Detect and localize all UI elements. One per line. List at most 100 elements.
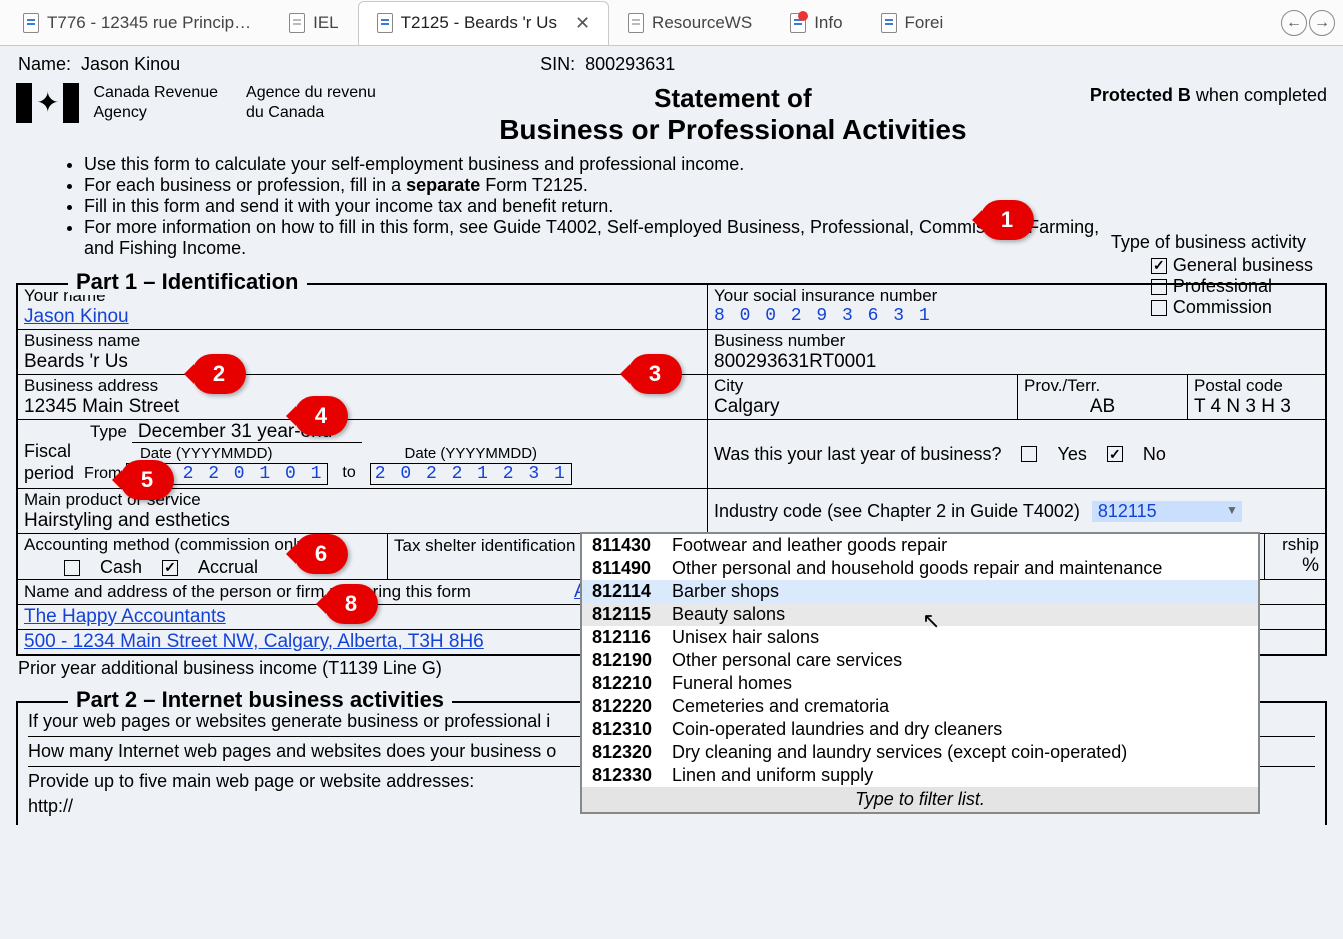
prov-value[interactable]: AB: [1024, 396, 1181, 418]
no-label: No: [1143, 444, 1166, 465]
industry-code-listbox[interactable]: 811430Footwear and leather goods repair …: [580, 532, 1260, 814]
chevron-down-icon: ▼: [1226, 503, 1238, 517]
cash-checkbox[interactable]: [64, 560, 80, 576]
title-line-2: Business or Professional Activities: [390, 114, 1076, 146]
postal-label: Postal code: [1194, 376, 1319, 396]
callout-5: 5: [120, 460, 174, 500]
accrual-checkbox[interactable]: ✓: [162, 560, 178, 576]
main-product-value[interactable]: Hairstyling and esthetics: [24, 510, 701, 532]
yes-label: Yes: [1057, 444, 1086, 465]
close-icon[interactable]: ✕: [575, 13, 590, 34]
your-name-value[interactable]: Jason Kinou: [24, 306, 701, 328]
list-item[interactable]: 812114Barber shops: [582, 580, 1258, 603]
list-item[interactable]: 812220Cemeteries and crematoria: [582, 695, 1258, 718]
instruction-item: For each business or profession, fill in…: [84, 175, 1327, 196]
flag-bar-icon: [16, 83, 32, 123]
tab-nav: ← →: [1281, 10, 1339, 36]
tab-bar: T776 - 12345 rue Princip… IEL T2125 - Be…: [0, 0, 1343, 46]
cra-logo: ✦: [16, 83, 79, 123]
tab-resourcews[interactable]: ResourceWS: [609, 1, 771, 45]
industry-code-value: 812115: [1098, 501, 1157, 521]
partnership-label: rship: [1271, 535, 1319, 555]
callout-1: 1: [980, 200, 1034, 240]
type-label: Type: [90, 422, 127, 441]
list-item[interactable]: 811490Other personal and household goods…: [582, 557, 1258, 580]
list-item[interactable]: 812330Linen and uniform supply: [582, 764, 1258, 787]
top-info-row: Name: Jason Kinou SIN: 800293631: [16, 54, 1327, 75]
tab-t776[interactable]: T776 - 12345 rue Princip…: [4, 1, 270, 45]
doc-icon: [23, 13, 39, 33]
callout-2: 2: [192, 354, 246, 394]
sin-value: 800293631: [585, 54, 675, 74]
tab-label: Info: [814, 13, 842, 33]
cursor-icon: ↖: [922, 608, 940, 634]
business-name-value[interactable]: Beards 'r Us: [24, 351, 701, 373]
title-line-1: Statement of: [390, 83, 1076, 114]
agency-en-2: Agency: [93, 104, 146, 121]
yes-checkbox[interactable]: [1021, 446, 1037, 462]
part-1-legend: Part 1 – Identification: [68, 269, 307, 295]
list-item[interactable]: 812115Beauty salons: [582, 603, 1258, 626]
maple-leaf-icon: ✦: [36, 83, 59, 123]
instruction-item: Fill in this form and send it with your …: [84, 196, 1327, 217]
tab-iel[interactable]: IEL: [270, 1, 358, 45]
accrual-label: Accrual: [198, 557, 258, 578]
doc-icon: [628, 13, 644, 33]
no-checkbox[interactable]: ✓: [1107, 446, 1123, 462]
checkbox-icon[interactable]: ✓: [1151, 258, 1167, 274]
address-label: Business address: [24, 376, 701, 396]
callout-3: 3: [628, 354, 682, 394]
business-name-label: Business name: [24, 331, 701, 351]
preparer-label: Name and address of the person or firm p…: [24, 582, 471, 601]
prev-tab-button[interactable]: ←: [1281, 10, 1307, 36]
business-number-label: Business number: [714, 331, 1319, 351]
option-label: General business: [1173, 255, 1313, 276]
doc-icon: [790, 13, 806, 33]
name-value: Jason Kinou: [81, 54, 180, 74]
list-item[interactable]: 812310Coin-operated laundries and dry cl…: [582, 718, 1258, 741]
tab-label: ResourceWS: [652, 13, 752, 33]
list-item[interactable]: 812190Other personal care services: [582, 649, 1258, 672]
callout-6: 6: [294, 534, 348, 574]
sin-value[interactable]: 8 0 0 2 9 3 6 3 1: [714, 306, 1319, 326]
tab-t2125[interactable]: T2125 - Beards 'r Us ✕: [358, 1, 609, 45]
tab-foreign[interactable]: Forei: [862, 1, 963, 45]
agency-en-1: Canada Revenue: [93, 84, 218, 101]
postal-value[interactable]: T 4 N 3 H 3: [1194, 396, 1319, 418]
date-format-label: Date (YYYYMMDD): [370, 445, 572, 462]
agency-fr-1: Agence du revenu: [246, 84, 376, 101]
instruction-item: For more information on how to fill in t…: [84, 217, 1104, 259]
form-page: Name: Jason Kinou SIN: 800293631 ✦ Canad…: [0, 46, 1343, 841]
next-tab-button[interactable]: →: [1309, 10, 1335, 36]
activity-heading: Type of business activity: [1111, 232, 1313, 253]
filter-hint: Type to filter list.: [582, 787, 1258, 812]
part-2-legend: Part 2 – Internet business activities: [68, 687, 452, 713]
preparer-address[interactable]: 500 - 1234 Main Street NW, Calgary, Albe…: [24, 631, 484, 652]
activity-option-general[interactable]: ✓ General business: [1151, 255, 1313, 276]
date-format-label: Date (YYYYMMDD): [84, 445, 328, 462]
protected-b: Protected B: [1090, 85, 1191, 105]
business-number-value[interactable]: 800293631RT0001: [714, 351, 1319, 373]
address-value[interactable]: 12345 Main Street: [24, 396, 701, 418]
last-year-question: Was this your last year of business?: [714, 444, 1001, 465]
to-label: to: [342, 464, 355, 484]
city-value[interactable]: Calgary: [714, 396, 1011, 418]
form-header: ✦ Canada Revenue Agency Agence du revenu…: [16, 83, 1327, 146]
form-title: Statement of Business or Professional Ac…: [390, 83, 1076, 146]
industry-code-dropdown[interactable]: 812115 ▼: [1092, 501, 1242, 522]
to-value[interactable]: 2 0 2 2 1 2 3 1: [370, 463, 572, 485]
list-item[interactable]: 812210Funeral homes: [582, 672, 1258, 695]
tab-label: T2125 - Beards 'r Us: [401, 13, 557, 33]
doc-icon: [289, 13, 305, 33]
doc-icon: [881, 13, 897, 33]
preparer-name[interactable]: The Happy Accountants: [24, 606, 226, 627]
list-item[interactable]: 812320Dry cleaning and laundry services …: [582, 741, 1258, 764]
sin-label: Your social insurance number: [714, 286, 1319, 306]
flag-bar-icon: [63, 83, 79, 123]
tax-shelter-label: Tax shelter identification: [394, 536, 575, 555]
tab-info[interactable]: Info: [771, 1, 861, 45]
list-item[interactable]: 811430Footwear and leather goods repair: [582, 534, 1258, 557]
list-item[interactable]: 812116Unisex hair salons: [582, 626, 1258, 649]
sin-pair: SIN: 800293631: [540, 54, 675, 75]
callout-8: 8: [324, 584, 378, 624]
